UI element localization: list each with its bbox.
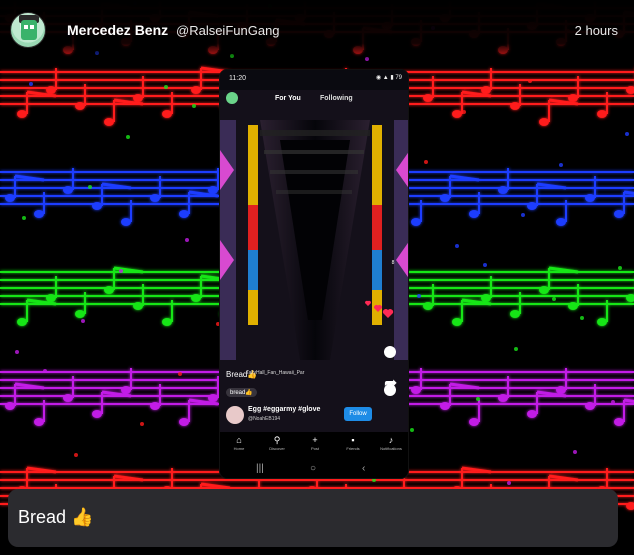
nav-home[interactable]: ⌂ Home [220,434,258,451]
share-icon[interactable]: ➦ [384,373,397,393]
back-icon[interactable]: ‹ [362,463,365,474]
phone-creator-handle: @NoahEB194 [248,416,281,422]
video-frame [220,90,408,435]
home-icon: ⌂ [236,435,242,445]
nav-post-label: Post [310,446,319,451]
phone-status-icons: ◉ ▲ ▮ 79 [375,75,402,81]
nav-friends[interactable]: ▪ Friends [334,434,372,451]
phone-action-rail: 8 [384,260,402,266]
phone-clock: 11:20 [229,75,246,82]
phone-feed-tabs: For You Following [220,95,408,109]
like-count: 8 [391,260,395,266]
avatar-eye-right [30,25,34,29]
avatar[interactable] [10,12,46,48]
display-name[interactable]: Mercedez Benz [67,22,168,38]
nav-discover-label: Discover [269,446,285,451]
phone-comment-bubble: bread👍 [226,388,257,397]
avatar-eye-left [24,25,28,29]
nav-discover[interactable]: ⚲ Discover [258,434,296,451]
message-box [8,489,618,547]
nav-notifications[interactable]: ♪ Notifications [372,434,408,451]
chat-icon: ▪ [351,435,355,445]
search-icon: ⚲ [273,435,281,445]
phone-status-bar: 11:20 ◉ ▲ ▮ 79 [220,70,408,88]
nav-friends-label: Friends [346,446,360,451]
avatar-face-shape [21,20,37,40]
user-handle[interactable]: @RalseiFunGang [176,23,280,38]
phone-caption-user: TallyHall_Fan_Hawaii_Par [246,370,305,376]
nav-home-label: Home [233,446,245,451]
bell-icon: ♪ [388,435,394,445]
plus-icon: + [312,435,318,445]
phone-bottom-nav: ⌂ Home ⚲ Discover + Post ▪ Friends ♪ Not… [220,432,408,460]
nav-notifications-label: Notifications [380,446,402,451]
phone-system-nav: ||| ○ ‹ [220,460,408,478]
home-circle-icon[interactable]: ○ [310,463,316,474]
tab-following[interactable]: Following [320,95,353,102]
message-text: Bread 👍 [18,507,94,527]
post-header: Mercedez Benz @RalseiFunGang 2 hours [0,0,634,62]
phone-screenshot[interactable]: 11:20 ◉ ▲ ▮ 79 For You Following 8 Bread… [219,69,409,479]
tab-for-you[interactable]: For You [275,95,301,102]
phone-follow-button[interactable]: Follow [344,407,372,421]
nav-post[interactable]: + Post [296,434,334,451]
post-timestamp: 2 hours [574,23,618,38]
phone-video-title: Egg #eggarmy #glove [248,406,321,413]
phone-creator-avatar[interactable] [226,406,244,424]
recent-apps-icon[interactable]: ||| [256,463,264,474]
